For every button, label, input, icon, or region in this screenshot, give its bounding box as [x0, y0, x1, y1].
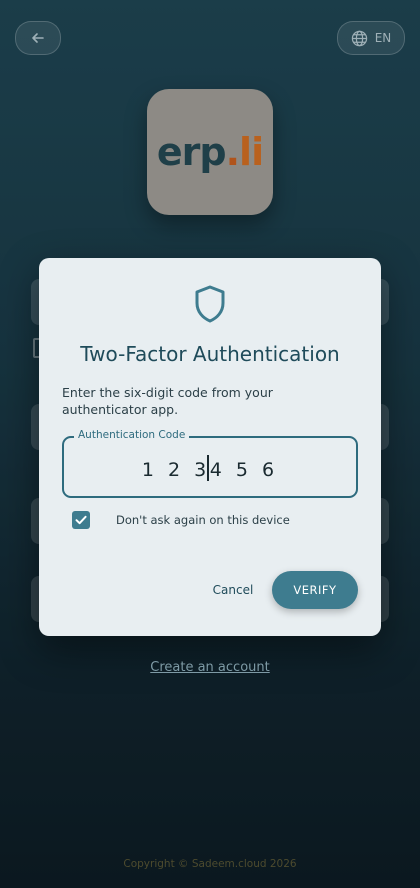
two-factor-dialog: Two-Factor Authentication Enter the six-…	[39, 258, 381, 636]
authentication-code-value: 1 2 34 5 6	[64, 455, 356, 481]
remember-device-label[interactable]: Don't ask again on this device	[116, 513, 290, 527]
arrow-left-icon	[32, 33, 44, 43]
dialog-title: Two-Factor Authentication	[80, 342, 340, 366]
dialog-description: Enter the six-digit code from your authe…	[62, 385, 273, 417]
checkmark-icon	[75, 515, 87, 525]
logo-text-erp: erp	[156, 130, 227, 174]
authentication-code-label: Authentication Code	[74, 429, 190, 441]
copyright-text: Copyright © Sadeem.cloud 2026	[123, 858, 297, 870]
shield-icon	[195, 285, 225, 323]
globe-icon	[351, 30, 367, 46]
cancel-button[interactable]: Cancel	[207, 578, 259, 602]
logo-dot: .	[225, 130, 240, 174]
language-button[interactable]: EN	[337, 21, 405, 55]
remember-device-checkbox[interactable]	[72, 511, 90, 529]
code-digits-before-cursor: 1 2 3	[141, 459, 211, 481]
text-cursor	[207, 455, 209, 481]
create-account-link[interactable]: Create an account	[0, 660, 420, 675]
app-logo: erp.li	[147, 89, 273, 215]
back-button[interactable]	[15, 21, 61, 55]
language-code: EN	[374, 31, 392, 45]
authentication-code-input[interactable]: Authentication Code 1 2 34 5 6	[62, 429, 358, 498]
code-digits-after-cursor: 4 5 6	[209, 459, 279, 481]
logo-text-li: li	[239, 130, 264, 174]
verify-button[interactable]: VERIFY	[272, 571, 358, 609]
